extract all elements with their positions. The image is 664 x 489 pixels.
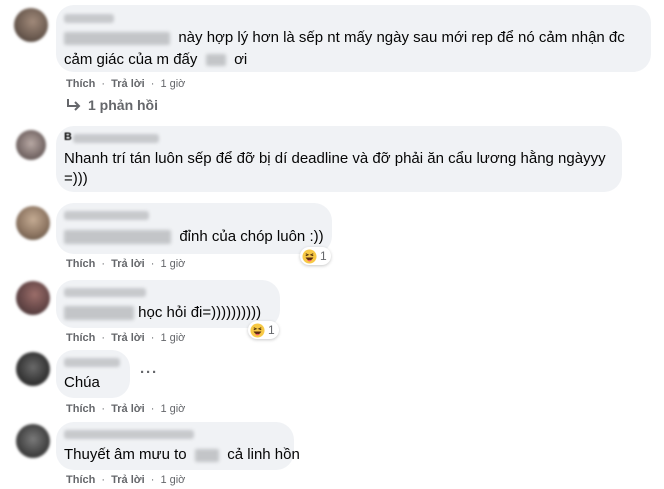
comment-bubble: B Nhanh trí tán luôn sếp để đỡ bị dí dea… bbox=[56, 126, 622, 192]
avatar[interactable] bbox=[16, 130, 46, 160]
haha-reaction-icon bbox=[250, 322, 265, 338]
avatar[interactable] bbox=[14, 8, 48, 42]
commenter-name[interactable] bbox=[64, 358, 120, 367]
comment-bubble: này hợp lý hơn là sếp nt mấy ngày sau mớ… bbox=[56, 5, 651, 72]
commenter-name-redacted bbox=[73, 134, 159, 143]
reply-button[interactable]: Trả lời bbox=[111, 332, 145, 344]
commenter-name[interactable] bbox=[64, 430, 194, 439]
commenter-name[interactable]: B bbox=[64, 131, 72, 143]
comment-time[interactable]: 1 giờ bbox=[160, 78, 185, 90]
reaction-count[interactable]: 1 bbox=[248, 321, 279, 339]
reply-button[interactable]: Trả lời bbox=[111, 258, 145, 270]
comment-text-line2: cảm giác của m đấy ơi bbox=[64, 51, 248, 68]
comment-text: học hỏi đi=)))))))))) bbox=[64, 302, 261, 323]
comment-time[interactable]: 1 giờ bbox=[160, 332, 185, 344]
avatar[interactable] bbox=[16, 281, 50, 315]
like-button[interactable]: Thích bbox=[66, 403, 95, 415]
more-options-button[interactable]: ··· bbox=[140, 364, 158, 381]
like-button[interactable]: Thích bbox=[66, 474, 95, 486]
comment-text: này hợp lý hơn là sếp nt mấy ngày sau mớ… bbox=[64, 27, 625, 48]
redacted-text bbox=[64, 31, 170, 45]
comment-actions: Thích · Trả lời · 1 giờ bbox=[66, 78, 186, 90]
avatar[interactable] bbox=[16, 352, 50, 386]
comment-actions: Thích · Trả lời · 1 giờ bbox=[66, 258, 186, 270]
like-button[interactable]: Thích bbox=[66, 258, 95, 270]
commenter-name[interactable] bbox=[64, 14, 114, 23]
comment-text: đỉnh của chóp luôn :)) bbox=[64, 226, 324, 247]
view-replies-link[interactable]: 1 phản hồi bbox=[66, 97, 158, 113]
haha-reaction-icon bbox=[302, 248, 317, 264]
comment-time[interactable]: 1 giờ bbox=[160, 403, 185, 415]
comment-text: Thuyết âm mưu to cả linh hồn bbox=[64, 446, 300, 463]
comment-actions: Thích · Trả lời · 1 giờ bbox=[66, 332, 186, 344]
like-button[interactable]: Thích bbox=[66, 78, 95, 90]
comment-thread: này hợp lý hơn là sếp nt mấy ngày sau mớ… bbox=[0, 0, 664, 489]
comment-actions: Thích · Trả lời · 1 giờ bbox=[66, 403, 186, 415]
reply-button[interactable]: Trả lời bbox=[111, 78, 145, 90]
redacted-text bbox=[64, 306, 134, 321]
reply-arrow-icon bbox=[67, 99, 81, 111]
comment-text-line2: =))) bbox=[64, 170, 88, 187]
comment-bubble: học hỏi đi=)))))))))) bbox=[56, 280, 280, 328]
like-button[interactable]: Thích bbox=[66, 332, 95, 344]
comment-time[interactable]: 1 giờ bbox=[160, 474, 185, 486]
comment-text: Nhanh trí tán luôn sếp để đỡ bị dí deadl… bbox=[64, 150, 606, 167]
comment-bubble: đỉnh của chóp luôn :)) bbox=[56, 203, 332, 254]
redacted-text bbox=[205, 54, 226, 67]
comment-bubble: Chúa bbox=[56, 350, 130, 398]
comment-actions: Thích · Trả lời · 1 giờ bbox=[66, 474, 186, 486]
redacted-text bbox=[64, 230, 171, 245]
avatar[interactable] bbox=[16, 424, 50, 458]
reaction-count[interactable]: 1 bbox=[300, 247, 331, 265]
commenter-name[interactable] bbox=[64, 211, 149, 220]
reply-button[interactable]: Trả lời bbox=[111, 474, 145, 486]
comment-bubble: Thuyết âm mưu to cả linh hồn bbox=[56, 422, 300, 470]
commenter-name[interactable] bbox=[64, 288, 146, 297]
comment-time[interactable]: 1 giờ bbox=[160, 258, 185, 270]
redacted-text bbox=[194, 448, 219, 462]
comment-text: Chúa bbox=[64, 374, 100, 391]
avatar[interactable] bbox=[16, 206, 50, 240]
reply-button[interactable]: Trả lời bbox=[111, 403, 145, 415]
